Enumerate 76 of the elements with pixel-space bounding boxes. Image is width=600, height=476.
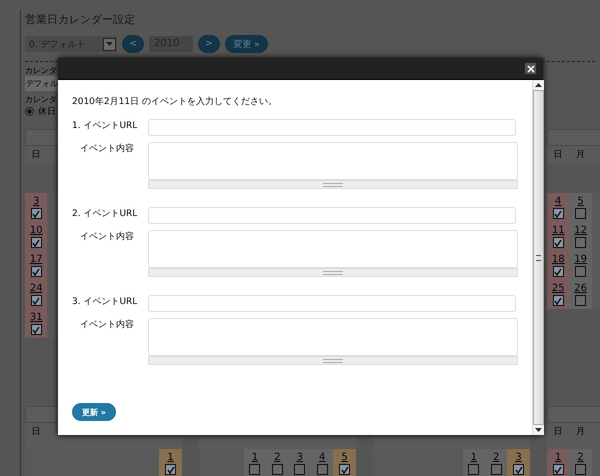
checkbox[interactable] — [552, 266, 564, 277]
page-title: 営業日カレンダー設定 — [25, 12, 136, 28]
date-link[interactable]: 2 — [492, 452, 500, 463]
scroll-down-arrow-icon[interactable] — [535, 428, 542, 432]
url-input-field[interactable] — [148, 295, 516, 312]
date-link[interactable]: 11 — [552, 225, 565, 236]
date-link[interactable]: 4 — [318, 452, 326, 463]
checkbox[interactable] — [490, 464, 502, 475]
field-label: カレンダ — [25, 65, 57, 76]
url-label: 3. イベントURL — [72, 296, 138, 309]
date-link[interactable]: 4 — [555, 196, 562, 207]
checkbox[interactable] — [575, 464, 586, 475]
date-link[interactable]: 12 — [574, 225, 587, 236]
checkbox[interactable] — [575, 295, 586, 306]
radio-label: 休日 — [38, 106, 56, 118]
date-link[interactable]: 5 — [577, 196, 584, 207]
checkbox[interactable] — [165, 464, 176, 475]
checkbox[interactable] — [339, 464, 350, 475]
field-label: カレンダ — [25, 94, 57, 105]
checkbox[interactable] — [552, 208, 564, 219]
date-link[interactable]: 10 — [30, 225, 43, 236]
weekday-header: 日 — [552, 426, 564, 439]
date-link[interactable]: 1 — [555, 452, 562, 463]
checkbox[interactable] — [30, 266, 42, 277]
date-link[interactable]: 1 — [252, 452, 258, 463]
previous-button[interactable]: < — [122, 35, 144, 53]
checkbox[interactable] — [30, 208, 42, 219]
checkbox[interactable] — [30, 295, 42, 306]
checkbox[interactable] — [552, 237, 564, 248]
weekday-header: 日 — [30, 149, 42, 162]
checkbox[interactable] — [316, 464, 328, 475]
date-link[interactable]: 3 — [515, 452, 522, 463]
checkbox[interactable] — [294, 464, 306, 475]
checkbox[interactable] — [30, 324, 42, 335]
update-button[interactable]: 更新 » — [72, 403, 116, 421]
checkbox[interactable] — [30, 237, 42, 248]
date-link[interactable]: 25 — [552, 283, 565, 294]
date-link[interactable]: 26 — [574, 283, 587, 294]
weekday-header: 日 — [30, 426, 42, 439]
content-label: イベント内容 — [79, 142, 135, 156]
radio-button[interactable] — [25, 106, 34, 116]
date-link[interactable]: 2 — [577, 452, 584, 463]
change-button[interactable]: 変更 » — [225, 35, 268, 53]
date-link[interactable]: 31 — [30, 312, 43, 323]
checkbox[interactable] — [552, 295, 564, 306]
url-label: 1. イベントURL — [72, 120, 138, 133]
date-link[interactable]: 1 — [167, 452, 174, 463]
checkbox[interactable] — [513, 464, 524, 475]
weekday-header: 月 — [575, 426, 586, 439]
weekday-header: 月 — [575, 149, 586, 162]
next-button[interactable]: > — [198, 35, 220, 53]
date-link[interactable]: 2 — [274, 452, 281, 463]
checkbox[interactable] — [468, 464, 480, 475]
date-link[interactable]: 19 — [574, 254, 587, 265]
url-input-field[interactable] — [148, 207, 516, 224]
checkbox[interactable] — [575, 237, 586, 248]
close-button[interactable] — [525, 63, 536, 74]
checkbox[interactable] — [575, 208, 586, 219]
date-link[interactable]: 1 — [470, 452, 477, 463]
checkbox[interactable] — [575, 266, 586, 277]
date-link[interactable]: 17 — [30, 254, 43, 265]
checkbox[interactable] — [249, 464, 260, 475]
url-input-field[interactable] — [148, 119, 516, 136]
checkbox[interactable] — [552, 464, 564, 475]
date-link[interactable]: 3 — [296, 452, 303, 463]
content-label: イベント内容 — [79, 230, 135, 244]
date-link[interactable]: 18 — [552, 254, 565, 265]
weekday-header: 日 — [552, 149, 564, 162]
instruction-text: 2010年2月11日 のイベントを入力してください。 — [72, 96, 278, 109]
scroll-up-arrow-icon[interactable] — [535, 83, 542, 87]
content-label: イベント内容 — [79, 318, 135, 332]
date-link[interactable]: 3 — [33, 196, 40, 207]
checkbox[interactable] — [272, 464, 283, 475]
date-link[interactable]: 24 — [30, 283, 43, 294]
url-label: 2. イベントURL — [72, 208, 138, 221]
date-link[interactable]: 5 — [341, 452, 348, 463]
